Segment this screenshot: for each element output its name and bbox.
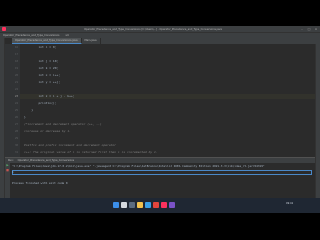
windows-taskbar: 09:41 <box>0 198 320 213</box>
line-number: 19 <box>14 67 18 70</box>
line-number: 21 <box>14 81 18 84</box>
minimize-icon[interactable]: – <box>300 27 304 31</box>
task-view-icon[interactable] <box>129 202 135 208</box>
line-number: 20 <box>14 74 18 77</box>
letterbox-bottom <box>0 213 320 240</box>
start-icon[interactable] <box>113 202 119 208</box>
line-number: 31 <box>14 151 18 154</box>
line-number: 30 <box>14 144 18 147</box>
ide-window: Operator_Precedence_and_Type_Conversions… <box>0 26 320 213</box>
code-line[interactable]: println(); <box>24 101 56 106</box>
code-line[interactable]: int i = 0; <box>24 45 56 50</box>
line-number-current: 23 <box>14 95 18 98</box>
console-command-line: "C:\Program Files\Java\jdk-17.0.2\bin\ja… <box>12 164 265 168</box>
line-number: 16 <box>14 46 18 49</box>
code-line[interactable]: int y = ++j; <box>24 80 60 85</box>
code-comment-line[interactable]: increase or decrease by 1. <box>24 129 71 134</box>
app-taskbar-icon[interactable] <box>169 202 175 208</box>
line-number: 18 <box>14 60 18 63</box>
line-number: 17 <box>14 53 18 56</box>
code-comment-line[interactable]: i++: The original value of i is returned… <box>24 150 158 155</box>
code-comment-line[interactable]: Postfix and prefix increment and decreme… <box>24 143 116 148</box>
line-number: 28 <box>14 130 18 133</box>
console-output-line: 1 <box>12 170 14 174</box>
system-clock[interactable]: 09:41 <box>286 202 293 205</box>
line-number: 25 <box>14 109 18 112</box>
code-line[interactable]: } <box>24 108 33 113</box>
code-line-current[interactable]: int z = i + j - k++; <box>20 94 315 99</box>
window-title: Operator_Precedence_and_Type_Conversions… <box>84 27 222 31</box>
file-explorer-icon[interactable] <box>137 202 143 208</box>
breadcrumb-src[interactable]: src <box>65 34 69 37</box>
chrome-icon[interactable] <box>153 202 159 208</box>
line-number: 27 <box>14 123 18 126</box>
code-line[interactable]: int k = 20; <box>24 66 58 71</box>
close-icon[interactable]: × <box>314 27 318 31</box>
letterbox-top <box>0 0 320 26</box>
maximize-icon[interactable]: □ <box>307 27 311 31</box>
code-line[interactable]: int x = i++; <box>24 73 60 78</box>
code-line[interactable]: int j = 10; <box>24 59 58 64</box>
edge-icon[interactable] <box>145 202 151 208</box>
run-config-tab[interactable]: Operator_Precedence_and_Type_Conversions <box>18 159 74 162</box>
code-line[interactable]: } <box>24 115 26 120</box>
search-icon[interactable] <box>121 202 127 208</box>
line-number: 24 <box>14 102 18 105</box>
line-number-gutter: 16 17 18 19 20 21 22 23 24 25 26 27 28 2… <box>5 44 20 157</box>
run-title: Run: <box>8 159 14 162</box>
intellij-taskbar-icon[interactable] <box>161 202 167 208</box>
breadcrumb-project[interactable]: Operator_Precedence_and_Type_Conversions <box>3 34 59 37</box>
line-number: 29 <box>14 137 18 140</box>
line-number: 22 <box>14 88 18 91</box>
screen: Operator_Precedence_and_Type_Conversions… <box>0 0 320 240</box>
right-tool-strip[interactable] <box>315 38 320 213</box>
console-exit-line: Process finished with exit code 0 <box>12 181 68 185</box>
line-number: 26 <box>14 116 18 119</box>
intellij-logo-icon <box>2 27 6 31</box>
code-comment-line[interactable]: /*increment and decrement operator (++, … <box>24 122 102 127</box>
code-editor[interactable]: int i = 0; int j = 10; int k = 20; int x… <box>20 44 315 157</box>
